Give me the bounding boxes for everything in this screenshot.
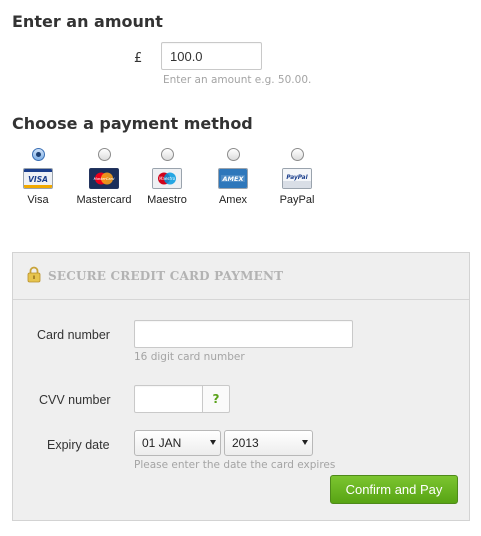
maestro-icon: Maestro [152,168,182,189]
secure-payment-title: SECURE CREDIT CARD PAYMENT [48,269,284,283]
secure-payment-header: SECURE CREDIT CARD PAYMENT [13,253,469,300]
maestro-radio[interactable] [160,148,174,161]
card-number-label: Card number [37,328,110,342]
cvv-label: CVV number [39,393,111,407]
payment-option-maestro[interactable]: Maestro Maestro [129,148,205,206]
chevron-down-icon [210,440,216,445]
svg-text:Maestro: Maestro [159,176,176,181]
card-number-input[interactable] [134,320,353,348]
cvv-input[interactable] [134,385,203,413]
expiry-hint: Please enter the date the card expires [134,459,336,471]
expiry-month-select[interactable]: 01 JAN [134,430,221,456]
svg-text:MasterCard: MasterCard [94,177,115,181]
amount-input[interactable] [161,42,262,70]
amount-hint: Enter an amount e.g. 50.00. [163,74,312,86]
svg-text:PayPal: PayPal [286,175,308,181]
secure-payment-panel: SECURE CREDIT CARD PAYMENT Card number 1… [12,252,470,521]
lock-icon [27,266,41,287]
expiry-label: Expiry date [47,438,110,452]
expiry-year-select[interactable]: 2013 [224,430,313,456]
paypal-label: PayPal [279,194,315,206]
paypal-radio[interactable] [290,148,304,161]
expiry-month-value: 01 JAN [142,436,182,450]
maestro-label: Maestro [147,194,187,206]
visa-label: Visa [27,194,49,206]
cvv-help-button[interactable]: ? [202,385,230,413]
amex-icon: AMEX [218,168,248,189]
amount-heading: Enter an amount [12,12,163,31]
confirm-and-pay-button[interactable]: Confirm and Pay [330,475,458,504]
mastercard-radio[interactable] [97,148,111,161]
mastercard-icon: MasterCard [89,168,119,189]
card-number-hint: 16 digit card number [134,351,245,363]
payment-option-paypal[interactable]: PayPal PayPal [259,148,335,206]
chevron-down-icon [302,440,308,445]
svg-text:VISA: VISA [28,175,48,184]
expiry-year-value: 2013 [232,436,259,450]
payment-option-visa[interactable]: VISA Visa [0,148,76,206]
visa-radio[interactable] [31,148,45,161]
amex-radio[interactable] [226,148,240,161]
visa-icon: VISA [23,168,53,189]
payment-method-heading: Choose a payment method [12,114,253,133]
paypal-icon: PayPal [282,168,312,189]
currency-symbol: £ [134,51,143,66]
svg-text:AMEX: AMEX [222,175,245,183]
